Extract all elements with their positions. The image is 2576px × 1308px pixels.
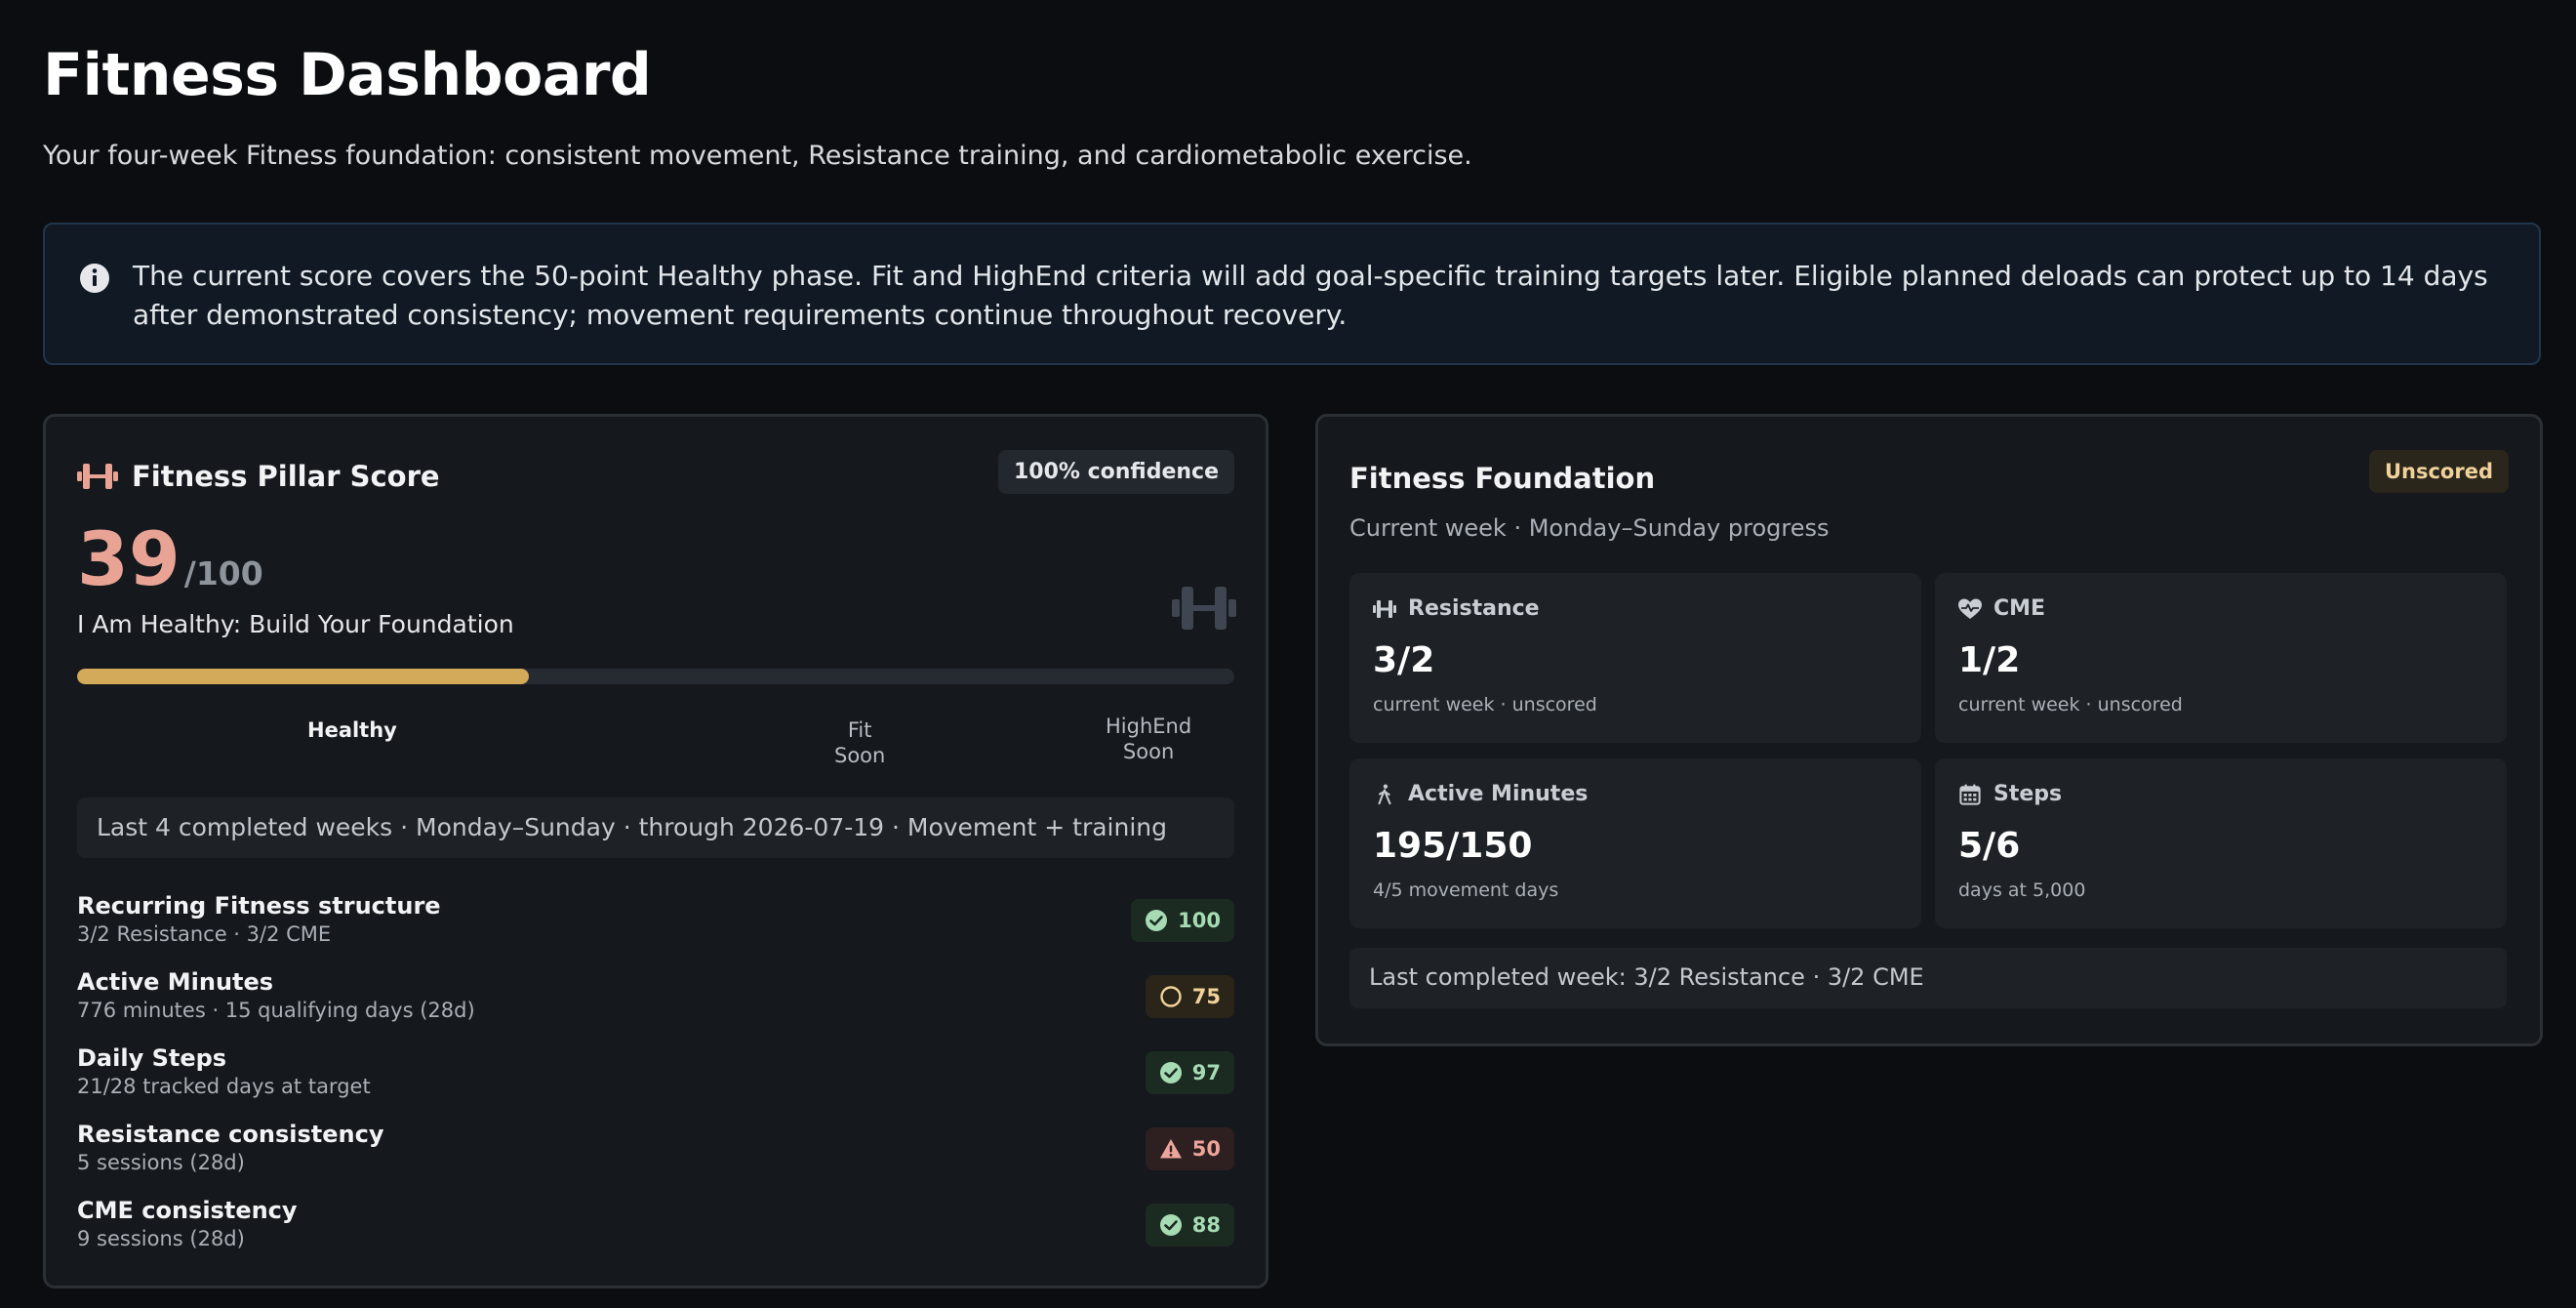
tile-caption: current week · unscored xyxy=(1958,694,2183,715)
criterion-score: 88 xyxy=(1191,1213,1221,1237)
tile-value: 1/2 xyxy=(1958,640,2021,680)
tile-label: Resistance xyxy=(1408,596,1540,621)
criterion-title: Active Minutes xyxy=(77,968,274,996)
criterion-title: Resistance consistency xyxy=(77,1121,384,1148)
heart-pulse-icon xyxy=(1958,598,1982,619)
check-circle-icon xyxy=(1146,910,1168,931)
criterion-detail: 9 sessions (28d) xyxy=(77,1227,245,1250)
page-title: Fitness Dashboard xyxy=(43,41,652,109)
score-progress-fill xyxy=(77,669,529,684)
tile-value: 195/150 xyxy=(1373,826,1533,866)
info-banner-text: The current score covers the 50-point He… xyxy=(133,260,2488,331)
dumbbell-icon xyxy=(1373,599,1396,618)
tile-caption: 4/5 movement days xyxy=(1373,879,1559,901)
phase-fit-status: Soon xyxy=(834,744,886,767)
score-card-title: Fitness Pillar Score xyxy=(132,460,440,493)
tile-header: Resistance xyxy=(1373,596,1898,621)
phase-label: I Am Healthy: Build Your Foundation xyxy=(77,610,514,638)
tile-header: Active Minutes xyxy=(1373,782,1898,806)
fitness-foundation-card: Fitness Foundation Current week · Monday… xyxy=(1315,414,2543,1046)
phase-marker-highend: HighEnd Soon xyxy=(1106,714,1191,764)
criterion-title: Daily Steps xyxy=(77,1044,227,1072)
criterion-detail: 21/28 tracked days at target xyxy=(77,1075,371,1098)
criterion-score-badge: 75 xyxy=(1145,975,1234,1018)
phase-fit-label: Fit xyxy=(847,718,872,742)
check-circle-icon xyxy=(1159,1214,1182,1236)
phase-marker-fit: Fit Soon xyxy=(834,717,885,768)
criterion-score-badge: 88 xyxy=(1145,1204,1234,1247)
criterion-title: Recurring Fitness structure xyxy=(77,892,441,920)
criterion-item: CME consistency 9 sessions (28d) 88 xyxy=(77,1196,1234,1272)
foundation-title: Fitness Foundation xyxy=(1349,462,1656,495)
criterion-score-badge: 50 xyxy=(1145,1127,1234,1170)
phase-healthy-label: Healthy xyxy=(307,718,397,742)
tile-cme: CME 1/2 current week · unscored xyxy=(1935,573,2507,743)
circle-outline-icon xyxy=(1160,986,1182,1007)
foundation-subtitle: Current week · Monday–Sunday progress xyxy=(1349,514,1830,542)
criterion-item: Active Minutes 776 minutes · 15 qualifyi… xyxy=(77,967,1234,1043)
score-display: 39 /100 xyxy=(77,522,263,596)
tile-header: Steps xyxy=(1958,782,2483,806)
tile-caption: days at 5,000 xyxy=(1958,879,2086,901)
info-banner: The current score covers the 50-point He… xyxy=(43,223,2541,365)
tile-label: Steps xyxy=(1993,782,2063,806)
calendar-icon xyxy=(1959,783,1981,805)
page-subtitle: Your four-week Fitness foundation: consi… xyxy=(43,141,1472,171)
tile-active-minutes: Active Minutes 195/150 4/5 movement days xyxy=(1349,758,1921,928)
tile-steps: Steps 5/6 days at 5,000 xyxy=(1935,758,2507,928)
criterion-title: CME consistency xyxy=(77,1197,298,1224)
criterion-detail: 776 minutes · 15 qualifying days (28d) xyxy=(77,999,475,1022)
check-circle-icon xyxy=(1159,1062,1182,1083)
walking-icon xyxy=(1378,784,1391,804)
criterion-item: Resistance consistency 5 sessions (28d) … xyxy=(77,1120,1234,1196)
score-progress-bar xyxy=(77,669,1234,684)
criterion-item: Recurring Fitness structure 3/2 Resistan… xyxy=(77,891,1234,967)
tile-label: CME xyxy=(1993,596,2046,621)
score-max: /100 xyxy=(183,554,263,593)
phase-highend-status: Soon xyxy=(1122,740,1175,763)
criterion-detail: 5 sessions (28d) xyxy=(77,1151,245,1174)
dumbbell-icon xyxy=(1172,587,1236,630)
tile-value: 5/6 xyxy=(1958,826,2021,866)
criterion-score: 50 xyxy=(1191,1137,1221,1161)
fitness-dashboard-page: Fitness Dashboard Your four-week Fitness… xyxy=(0,0,2576,1308)
last-completed-week: Last completed week: 3/2 Resistance · 3/… xyxy=(1349,948,2507,1008)
fitness-pillar-score-card: Fitness Pillar Score 100% confidence 39 … xyxy=(43,414,1268,1288)
info-icon xyxy=(80,264,109,293)
phase-highend-label: HighEnd xyxy=(1106,715,1192,738)
unscored-badge: Unscored xyxy=(2368,450,2509,493)
tile-caption: current week · unscored xyxy=(1373,694,1597,715)
scoring-window: Last 4 completed weeks · Monday–Sunday ·… xyxy=(77,797,1234,858)
criteria-list: Recurring Fitness structure 3/2 Resistan… xyxy=(77,891,1234,1272)
tile-value: 3/2 xyxy=(1373,640,1435,680)
criterion-score: 97 xyxy=(1191,1061,1221,1084)
phase-marker-healthy: Healthy xyxy=(307,717,397,743)
confidence-badge: 100% confidence xyxy=(997,450,1234,494)
criterion-score-badge: 97 xyxy=(1145,1051,1234,1094)
criterion-detail: 3/2 Resistance · 3/2 CME xyxy=(77,922,332,946)
warning-triangle-icon xyxy=(1159,1139,1182,1159)
criterion-item: Daily Steps 21/28 tracked days at target… xyxy=(77,1043,1234,1120)
tile-header: CME xyxy=(1958,596,2483,621)
criterion-score: 75 xyxy=(1191,985,1221,1008)
tile-label: Active Minutes xyxy=(1408,782,1589,806)
score-value: 39 xyxy=(77,515,181,602)
criterion-score-badge: 100 xyxy=(1131,899,1234,942)
criterion-score: 100 xyxy=(1178,909,1221,932)
score-card-header: Fitness Pillar Score xyxy=(77,460,440,493)
tile-resistance: Resistance 3/2 current week · unscored xyxy=(1349,573,1921,743)
dumbbell-icon xyxy=(77,464,118,489)
